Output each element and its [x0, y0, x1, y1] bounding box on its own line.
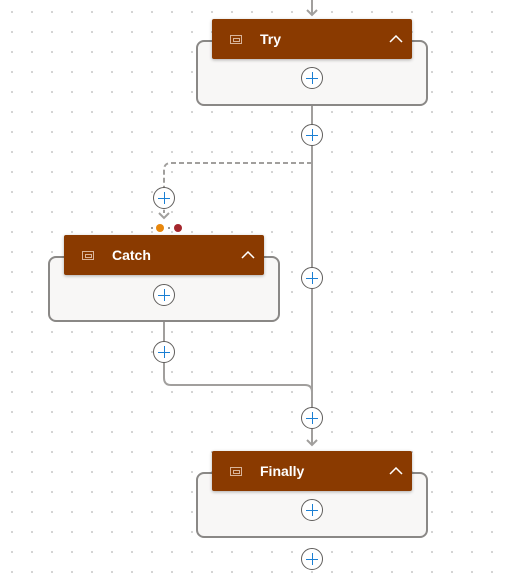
add-action-in-finally[interactable] — [301, 499, 323, 521]
add-action-in-catch[interactable] — [153, 284, 175, 306]
finally-header[interactable]: Finally — [212, 451, 412, 491]
runafter-dot — [151, 227, 153, 229]
connector-catch-join — [163, 322, 313, 393]
run-after-timedout-indicator[interactable] — [174, 224, 182, 232]
scope-icon — [230, 34, 242, 44]
scope-icon — [82, 250, 94, 260]
try-title: Try — [260, 31, 282, 47]
try-header[interactable]: Try — [212, 19, 412, 59]
catch-header[interactable]: Catch — [64, 235, 264, 275]
chevron-up-icon[interactable] — [386, 29, 406, 49]
run-after-failed-indicator[interactable] — [156, 224, 164, 232]
add-step-after-catch[interactable] — [153, 341, 175, 363]
add-step-before-catch[interactable] — [153, 187, 175, 209]
add-step-after-try[interactable] — [301, 124, 323, 146]
add-step-before-finally[interactable] — [301, 407, 323, 429]
add-action-in-try[interactable] — [301, 67, 323, 89]
connector-runafter-dashed — [163, 162, 312, 213]
arrow-into-catch — [158, 212, 170, 220]
add-step-parallel-branch[interactable] — [301, 267, 323, 289]
scope-icon — [230, 466, 242, 476]
add-step-after-finally[interactable] — [301, 548, 323, 570]
finally-title: Finally — [260, 463, 305, 479]
catch-title: Catch — [112, 247, 151, 263]
runafter-dot — [168, 227, 170, 229]
chevron-up-icon[interactable] — [386, 461, 406, 481]
chevron-up-icon[interactable] — [238, 245, 258, 265]
